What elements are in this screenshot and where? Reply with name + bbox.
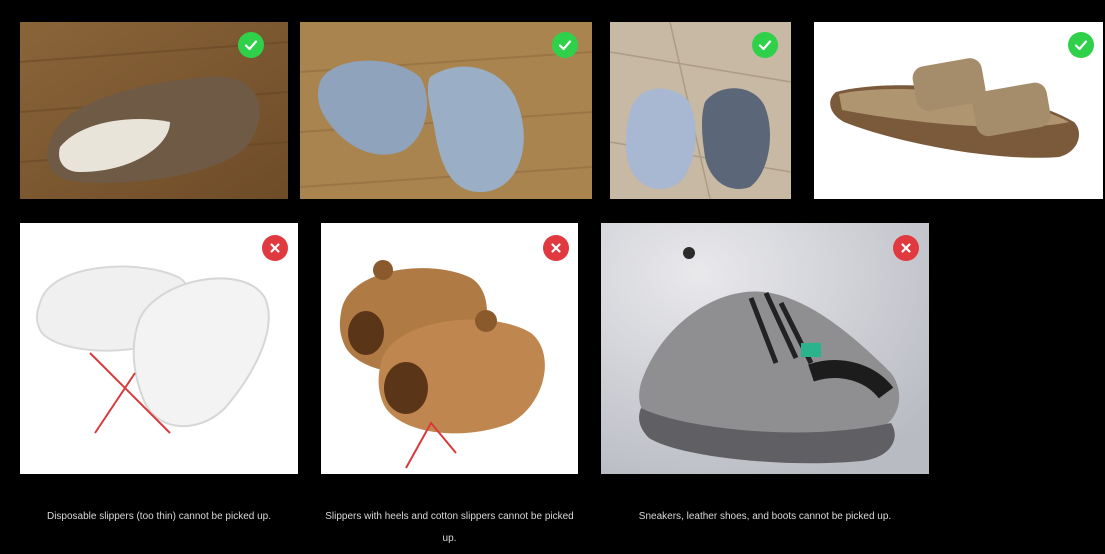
check-icon: [1074, 40, 1088, 51]
photo-blue-slides: [300, 22, 592, 199]
allowed-badge: [552, 32, 578, 58]
photo-house-slippers: [610, 22, 791, 199]
photo-cork-sandal: [814, 22, 1103, 199]
photo-disposable-slippers: [20, 223, 298, 474]
allowed-badge: [1068, 32, 1094, 58]
caption-cotton-slippers: Slippers with heels and cotton slippers …: [325, 511, 574, 544]
not-allowed-badge: [262, 235, 288, 261]
allowed-badge: [752, 32, 778, 58]
caption-sneakers: Sneakers, leather shoes, and boots canno…: [638, 511, 892, 522]
check-icon: [244, 40, 258, 51]
close-icon: [551, 243, 561, 253]
photo-brown-clog-slipper: [20, 22, 288, 199]
allowed-badge: [238, 32, 264, 58]
not-allowed-badge: [893, 235, 919, 261]
photo-sneaker: [601, 223, 929, 474]
check-icon: [758, 40, 772, 51]
check-icon: [558, 40, 572, 51]
caption-disposable-slippers: Disposable slippers (too thin) cannot be…: [46, 511, 272, 522]
photo-capybara-slippers: [321, 223, 578, 474]
close-icon: [270, 243, 280, 253]
close-icon: [901, 243, 911, 253]
not-allowed-badge: [543, 235, 569, 261]
